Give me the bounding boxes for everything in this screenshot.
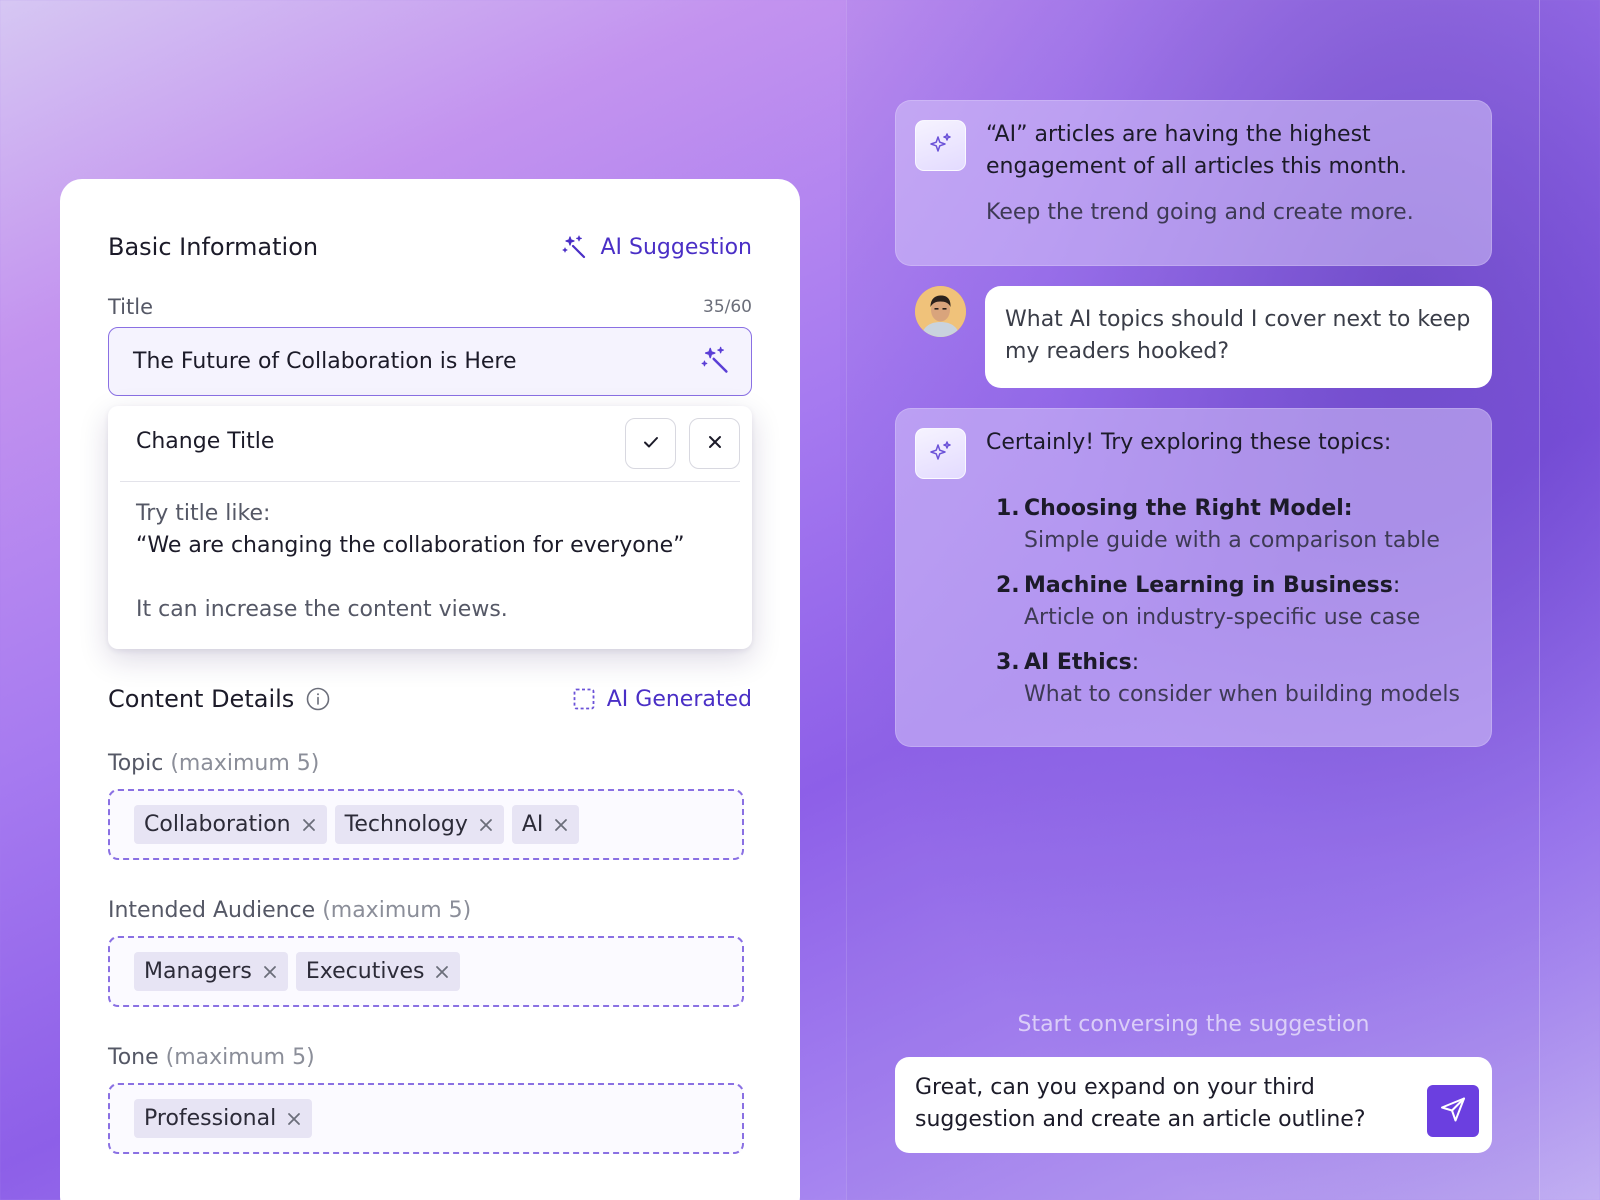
tone-label-text: Tone bbox=[108, 1045, 159, 1070]
sparkle-icon bbox=[928, 439, 954, 469]
title-field-label: Title bbox=[108, 295, 154, 319]
topic-tag-input[interactable]: Collaboration Technology AI bbox=[108, 789, 744, 860]
item-number: 3. bbox=[996, 650, 1020, 675]
chip-label: Collaboration bbox=[144, 812, 291, 837]
chip-label: AI bbox=[521, 812, 544, 837]
tone-chip: Professional bbox=[134, 1099, 313, 1138]
item-title: AI Ethics bbox=[1024, 650, 1132, 675]
chip-label: Managers bbox=[144, 959, 252, 984]
user-message: What AI topics should I cover next to ke… bbox=[985, 286, 1492, 388]
topic-chip: AI bbox=[511, 805, 580, 844]
title-char-counter: 35/60 bbox=[703, 297, 752, 317]
topic-label-text: Topic bbox=[108, 751, 164, 776]
chip-label: Technology bbox=[344, 812, 468, 837]
close-icon bbox=[705, 432, 725, 456]
content-details-title: Content Details bbox=[108, 685, 295, 713]
sparkle-wand-icon bbox=[562, 234, 588, 260]
popover-suggested-title: “We are changing the collaboration for e… bbox=[136, 533, 685, 558]
item-number: 2. bbox=[996, 573, 1020, 598]
ai-message-text: “AI” articles are having the highest eng… bbox=[986, 122, 1407, 179]
basic-info-header: Basic Information AI Suggestion bbox=[108, 227, 752, 267]
item-description: Simple guide with a comparison table bbox=[1024, 528, 1440, 553]
send-icon bbox=[1439, 1095, 1467, 1127]
message-composer[interactable]: Great, can you expand on your third sugg… bbox=[895, 1057, 1492, 1153]
popover-hint: Try title like: bbox=[136, 501, 271, 526]
item-title-row: Machine Learning in Business: bbox=[1024, 570, 1420, 602]
send-button[interactable] bbox=[1427, 1085, 1479, 1137]
composer-hint: Start conversing the suggestion bbox=[1017, 1012, 1370, 1037]
item-description: Article on industry-specific use case bbox=[1024, 605, 1421, 630]
popover-body: Try title like: “We are changing the col… bbox=[136, 498, 685, 626]
item-title: Choosing the Right Model: bbox=[1024, 496, 1353, 521]
audience-label-text: Intended Audience bbox=[108, 898, 316, 923]
sparkle-icon bbox=[928, 131, 954, 161]
check-icon bbox=[641, 432, 661, 456]
change-title-popover: Change Title Try title like: “We are cha… bbox=[108, 406, 752, 649]
item-number: 1. bbox=[996, 496, 1020, 521]
title-input[interactable]: The Future of Collaboration is Here bbox=[108, 327, 752, 396]
remove-tag-icon[interactable] bbox=[553, 817, 569, 833]
item-title-row: Choosing the Right Model: bbox=[1024, 493, 1440, 525]
info-icon[interactable] bbox=[306, 687, 330, 711]
ai-suggestion-button[interactable]: AI Suggestion bbox=[562, 234, 752, 260]
topic-suggestion-item: 3. AI Ethics: What to consider when buil… bbox=[996, 647, 1460, 711]
topic-chip: Technology bbox=[334, 805, 504, 844]
ai-suggestion-label: AI Suggestion bbox=[600, 234, 752, 260]
topic-suggestion-item: 1. Choosing the Right Model: Simple guid… bbox=[996, 493, 1460, 557]
chip-label: Executives bbox=[305, 959, 425, 984]
remove-tag-icon[interactable] bbox=[286, 1111, 302, 1127]
ai-avatar bbox=[915, 428, 966, 479]
item-description: What to consider when building models bbox=[1024, 682, 1460, 707]
topic-suggestion-item: 2. Machine Learning in Business: Article… bbox=[996, 570, 1460, 634]
topic-label: Topic (maximum 5) bbox=[108, 751, 319, 776]
title-input-value: The Future of Collaboration is Here bbox=[133, 349, 517, 374]
item-title-suffix: : bbox=[1392, 573, 1401, 598]
remove-tag-icon[interactable] bbox=[434, 964, 450, 980]
chip-label: Professional bbox=[144, 1106, 277, 1131]
composer-input-text[interactable]: Great, can you expand on your third sugg… bbox=[915, 1072, 1385, 1136]
topic-suggestion-list: 1. Choosing the Right Model: Simple guid… bbox=[996, 493, 1460, 724]
tone-tag-input[interactable]: Professional bbox=[108, 1083, 744, 1154]
tone-label: Tone (maximum 5) bbox=[108, 1045, 315, 1070]
content-form-card: Basic Information AI Suggestion Title 35… bbox=[60, 179, 800, 1200]
item-title: Machine Learning in Business bbox=[1024, 573, 1393, 598]
sparkle-wand-icon[interactable] bbox=[701, 345, 731, 379]
popover-note: It can increase the content views. bbox=[136, 597, 508, 622]
audience-limit: (maximum 5) bbox=[322, 898, 472, 923]
topic-chip: Collaboration bbox=[134, 805, 327, 844]
ai-generated-label: AI Generated bbox=[606, 686, 752, 712]
tone-limit: (maximum 5) bbox=[165, 1045, 315, 1070]
ai-generated-toggle[interactable]: AI Generated bbox=[573, 687, 752, 712]
popover-title: Change Title bbox=[136, 429, 275, 454]
remove-tag-icon[interactable] bbox=[301, 817, 317, 833]
audience-tag-input[interactable]: Managers Executives bbox=[108, 936, 744, 1007]
title-field-label-row: Title 35/60 bbox=[108, 295, 752, 319]
content-details-header: Content Details AI Generated bbox=[108, 679, 752, 719]
audience-chip: Managers bbox=[134, 952, 288, 991]
accept-button[interactable] bbox=[625, 418, 676, 469]
ai-message-topics: Certainly! Try exploring these topics: 1… bbox=[895, 408, 1492, 747]
ai-topics-intro: Certainly! Try exploring these topics: bbox=[986, 430, 1392, 455]
topic-limit: (maximum 5) bbox=[170, 751, 320, 776]
ai-message-engagement: “AI” articles are having the highest eng… bbox=[895, 100, 1492, 266]
dashed-square-icon bbox=[573, 688, 595, 710]
item-title-suffix: : bbox=[1131, 650, 1140, 675]
audience-chip: Executives bbox=[295, 952, 461, 991]
user-avatar bbox=[915, 286, 966, 337]
item-title-row: AI Ethics: bbox=[1024, 647, 1460, 679]
remove-tag-icon[interactable] bbox=[262, 964, 278, 980]
content-details-title-wrap: Content Details bbox=[108, 685, 330, 713]
dismiss-button[interactable] bbox=[689, 418, 740, 469]
audience-label: Intended Audience (maximum 5) bbox=[108, 898, 471, 923]
ai-avatar bbox=[915, 120, 966, 171]
basic-info-title: Basic Information bbox=[108, 233, 319, 261]
popover-header: Change Title bbox=[120, 406, 740, 482]
ai-message-subtext: Keep the trend going and create more. bbox=[986, 200, 1414, 225]
remove-tag-icon[interactable] bbox=[478, 817, 494, 833]
